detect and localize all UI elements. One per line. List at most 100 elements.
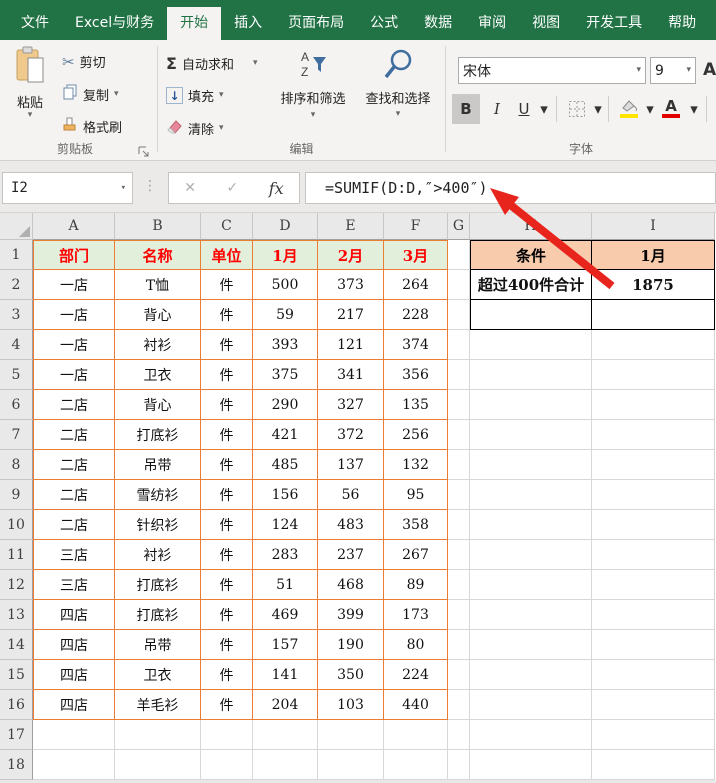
- cell-I7[interactable]: [592, 420, 715, 450]
- cell-H16[interactable]: [470, 690, 592, 720]
- cell-A6[interactable]: 二店: [33, 390, 115, 420]
- row-header-6[interactable]: 6: [0, 390, 33, 420]
- font-name-combo[interactable]: 宋体 ▾: [458, 57, 646, 84]
- cell-A10[interactable]: 二店: [33, 510, 115, 540]
- cell-E14[interactable]: 190: [318, 630, 384, 660]
- cell-G8[interactable]: [448, 450, 470, 480]
- cell-I18[interactable]: [592, 750, 715, 780]
- cell-F9[interactable]: 95: [384, 480, 448, 510]
- cell-F13[interactable]: 173: [384, 600, 448, 630]
- cell-F18[interactable]: [384, 750, 448, 780]
- cell-A18[interactable]: [33, 750, 115, 780]
- cell-F12[interactable]: 89: [384, 570, 448, 600]
- cell-H18[interactable]: [470, 750, 592, 780]
- tab-开发工具[interactable]: 开发工具: [573, 7, 655, 40]
- cell-I12[interactable]: [592, 570, 715, 600]
- cell-H14[interactable]: [470, 630, 592, 660]
- cell-H10[interactable]: [470, 510, 592, 540]
- col-header-C[interactable]: C: [201, 213, 253, 240]
- cell-B15[interactable]: 卫衣: [115, 660, 201, 690]
- increase-font-size-icon[interactable]: A: [703, 60, 716, 80]
- cell-F14[interactable]: 80: [384, 630, 448, 660]
- cell-H3[interactable]: [470, 300, 592, 330]
- cell-G5[interactable]: [448, 360, 470, 390]
- cell-C2[interactable]: 件: [201, 270, 253, 300]
- col-header-B[interactable]: B: [115, 213, 201, 240]
- cell-I5[interactable]: [592, 360, 715, 390]
- dialog-launcher-icon[interactable]: [138, 143, 150, 155]
- cell-H12[interactable]: [470, 570, 592, 600]
- cell-H2[interactable]: 超过400件合计: [470, 270, 592, 300]
- cell-H9[interactable]: [470, 480, 592, 510]
- cell-F6[interactable]: 135: [384, 390, 448, 420]
- cell-A17[interactable]: [33, 720, 115, 750]
- italic-button[interactable]: I: [486, 94, 508, 124]
- cell-G18[interactable]: [448, 750, 470, 780]
- cell-D3[interactable]: 59: [253, 300, 318, 330]
- cell-B4[interactable]: 衬衫: [115, 330, 201, 360]
- cell-F17[interactable]: [384, 720, 448, 750]
- cell-G9[interactable]: [448, 480, 470, 510]
- col-header-A[interactable]: A: [33, 213, 115, 240]
- col-header-F[interactable]: F: [384, 213, 448, 240]
- cell-G6[interactable]: [448, 390, 470, 420]
- col-header-E[interactable]: E: [318, 213, 384, 240]
- cell-E9[interactable]: 56: [318, 480, 384, 510]
- chevron-down-icon[interactable]: ▾: [644, 94, 656, 124]
- cell-G1[interactable]: [448, 240, 470, 270]
- enter-check-icon[interactable]: ✓: [227, 180, 239, 196]
- tab-数据[interactable]: 数据: [411, 7, 465, 40]
- underline-button[interactable]: U: [512, 94, 536, 124]
- cell-G7[interactable]: [448, 420, 470, 450]
- cell-F3[interactable]: 228: [384, 300, 448, 330]
- cell-E10[interactable]: 483: [318, 510, 384, 540]
- cell-H4[interactable]: [470, 330, 592, 360]
- cell-B16[interactable]: 羊毛衫: [115, 690, 201, 720]
- cell-E3[interactable]: 217: [318, 300, 384, 330]
- cell-D6[interactable]: 290: [253, 390, 318, 420]
- cell-G17[interactable]: [448, 720, 470, 750]
- col-header-I[interactable]: I: [592, 213, 715, 240]
- cell-E11[interactable]: 237: [318, 540, 384, 570]
- cell-D17[interactable]: [253, 720, 318, 750]
- font-color-button[interactable]: A: [658, 94, 684, 124]
- cell-C14[interactable]: 件: [201, 630, 253, 660]
- cell-A13[interactable]: 四店: [33, 600, 115, 630]
- cell-C12[interactable]: 件: [201, 570, 253, 600]
- cell-H8[interactable]: [470, 450, 592, 480]
- font-size-combo[interactable]: 9 ▾: [650, 57, 696, 84]
- row-header-16[interactable]: 16: [0, 690, 33, 720]
- insert-function-icon[interactable]: fx: [269, 179, 284, 198]
- row-header-5[interactable]: 5: [0, 360, 33, 390]
- cell-A11[interactable]: 三店: [33, 540, 115, 570]
- cell-D8[interactable]: 485: [253, 450, 318, 480]
- tab-文件[interactable]: 文件: [8, 7, 62, 40]
- bold-button[interactable]: B: [452, 94, 480, 124]
- cell-C11[interactable]: 件: [201, 540, 253, 570]
- cell-H1[interactable]: 条件: [470, 240, 592, 270]
- formula-bar-resize-handle[interactable]: ⋮: [143, 178, 157, 194]
- cell-C5[interactable]: 件: [201, 360, 253, 390]
- tab-视图[interactable]: 视图: [519, 7, 573, 40]
- cell-I13[interactable]: [592, 600, 715, 630]
- cell-F7[interactable]: 256: [384, 420, 448, 450]
- cell-C8[interactable]: 件: [201, 450, 253, 480]
- cell-D12[interactable]: 51: [253, 570, 318, 600]
- cell-A12[interactable]: 三店: [33, 570, 115, 600]
- cell-C9[interactable]: 件: [201, 480, 253, 510]
- cell-D15[interactable]: 141: [253, 660, 318, 690]
- cell-E13[interactable]: 399: [318, 600, 384, 630]
- cell-B2[interactable]: T恤: [115, 270, 201, 300]
- chevron-down-icon[interactable]: ▾: [688, 94, 700, 124]
- cell-C4[interactable]: 件: [201, 330, 253, 360]
- cell-I4[interactable]: [592, 330, 715, 360]
- cell-C18[interactable]: [201, 750, 253, 780]
- row-header-8[interactable]: 8: [0, 450, 33, 480]
- cell-F4[interactable]: 374: [384, 330, 448, 360]
- cell-D16[interactable]: 204: [253, 690, 318, 720]
- cell-B10[interactable]: 针织衫: [115, 510, 201, 540]
- cell-H13[interactable]: [470, 600, 592, 630]
- cell-A4[interactable]: 一店: [33, 330, 115, 360]
- cell-C6[interactable]: 件: [201, 390, 253, 420]
- formula-input[interactable]: =SUMIF(D:D,″>400″): [305, 172, 716, 204]
